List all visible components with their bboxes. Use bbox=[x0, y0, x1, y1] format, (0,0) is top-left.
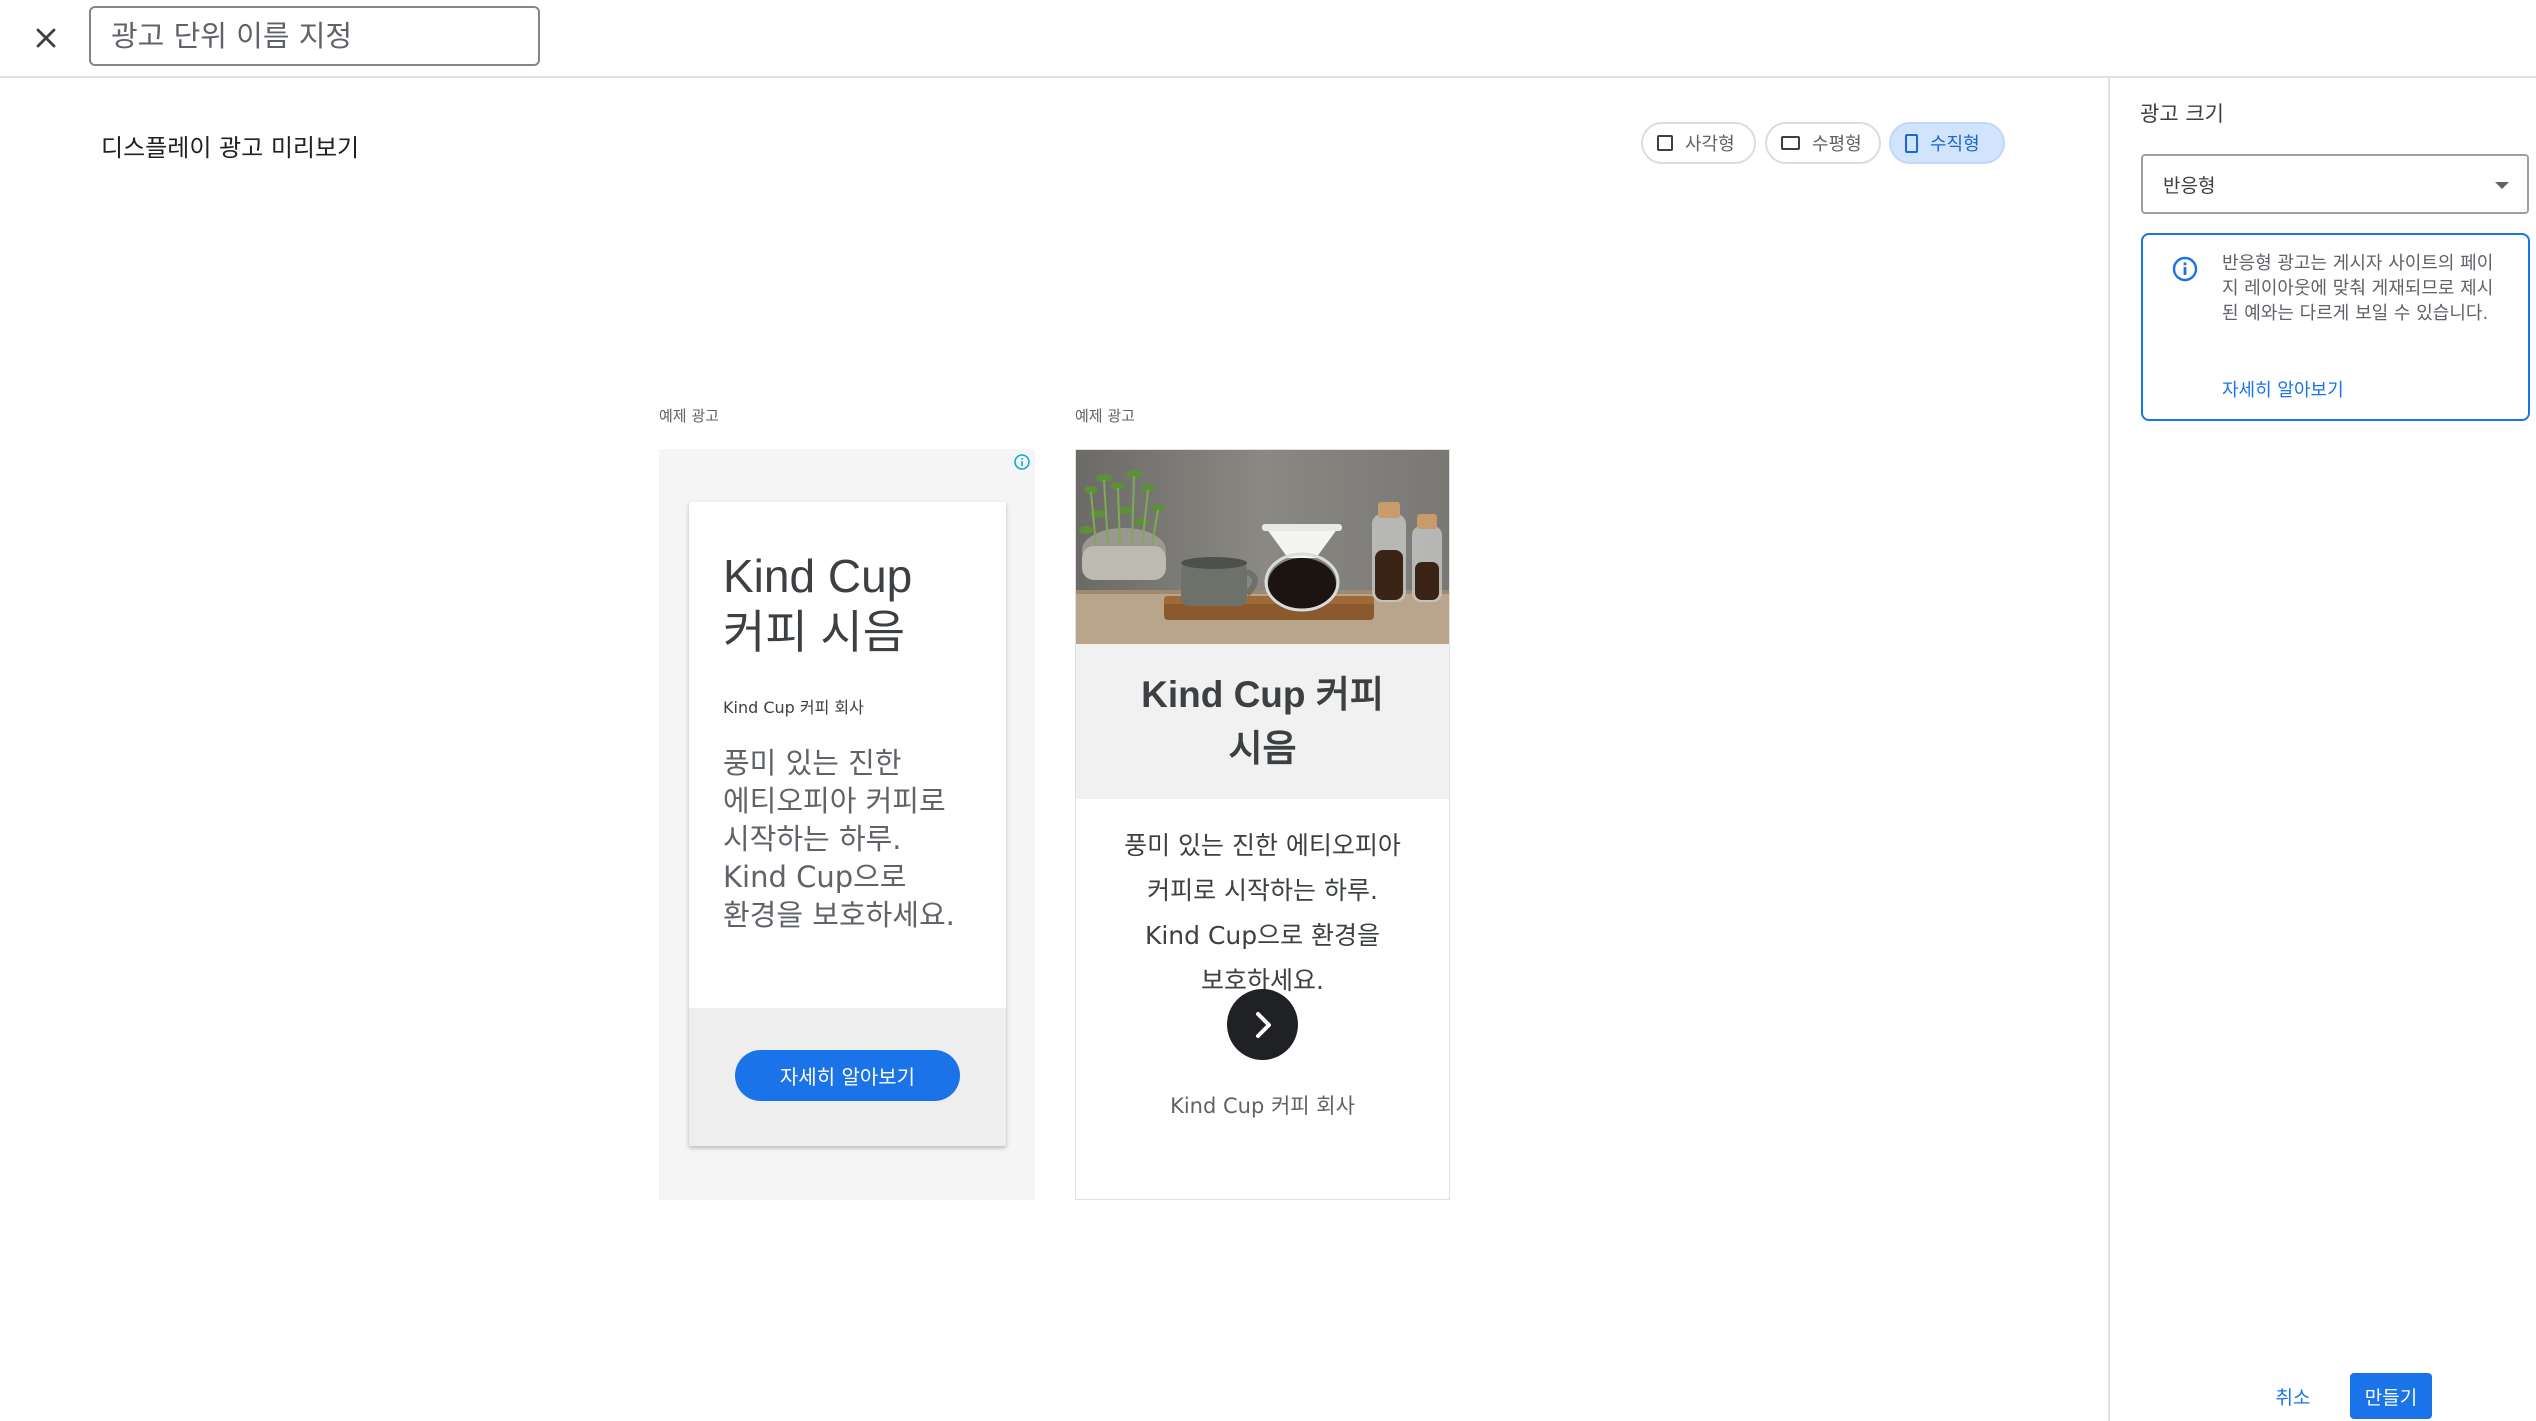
shape-toggle-label: 사각형 bbox=[1685, 134, 1735, 155]
learn-more-link[interactable]: 자세히 알아보기 bbox=[2222, 376, 2344, 402]
ad-size-panel: 광고 크기 반응형 반응형 광고는 게시자 사이트의 페이지 레이아웃에 맞춰 … bbox=[2108, 78, 2536, 1421]
ad-body-line: 풍미 있는 진한 에티오피아 bbox=[1124, 831, 1401, 860]
ad-body-line: 에티오피아 커피로 bbox=[723, 784, 946, 818]
square-icon bbox=[1657, 135, 1673, 151]
ad-body-line: Kind Cup으로 환경을 bbox=[1144, 921, 1381, 950]
cancel-button[interactable]: 취소 bbox=[2253, 1373, 2333, 1419]
ad-body-line: Kind Cup으로 bbox=[723, 860, 907, 894]
coffee-photo bbox=[1076, 450, 1449, 644]
dropdown-caret-icon bbox=[2495, 182, 2509, 189]
ad-body-line: 환경을 보호하세요. bbox=[723, 898, 955, 932]
ad-card: Kind Cup 커피 시음 Kind Cup 커피 회사 풍미 있는 진한 에… bbox=[689, 502, 1006, 1146]
info-text: 반응형 광고는 게시자 사이트의 페이지 레이아웃에 맞춰 게재되므로 제시된 … bbox=[2222, 253, 2494, 324]
close-icon bbox=[36, 28, 56, 48]
ad-body: 풍미 있는 진한 에티오피아 커피로 시작하는 하루. Kind Cup으로 환… bbox=[723, 744, 993, 934]
vertical-rect-icon bbox=[1905, 133, 1918, 153]
responsive-info-box: 반응형 광고는 게시자 사이트의 페이지 레이아웃에 맞춰 게재되므로 제시된 … bbox=[2141, 233, 2530, 421]
panel-title: 광고 크기 bbox=[2140, 102, 2224, 126]
shape-toggle-square[interactable]: 사각형 bbox=[1641, 122, 1756, 164]
shape-toggle-label: 수직형 bbox=[1930, 134, 1980, 155]
learn-more-button[interactable]: 자세히 알아보기 bbox=[735, 1050, 960, 1101]
preview-area: 디스플레이 광고 미리보기 사각형 수평형 수직형 예제 광고 Kind Cup… bbox=[0, 78, 2108, 1421]
chevron-right-icon bbox=[1255, 1011, 1271, 1038]
preview-title: 디스플레이 광고 미리보기 bbox=[101, 134, 360, 162]
ad-headline-line: 커피 시음 bbox=[723, 606, 906, 658]
example-ad-label: 예제 광고 bbox=[1075, 407, 1135, 425]
example-ad-2: Kind Cup 커피 시음 풍미 있는 진한 에티오피아 커피로 시작하는 하… bbox=[1075, 449, 1450, 1200]
top-bar bbox=[0, 0, 2536, 78]
shape-toggle-label: 수평형 bbox=[1812, 134, 1862, 155]
create-button[interactable]: 만들기 bbox=[2350, 1373, 2432, 1419]
info-icon bbox=[2172, 256, 2198, 282]
example-ad-1: Kind Cup 커피 시음 Kind Cup 커피 회사 풍미 있는 진한 에… bbox=[659, 449, 1035, 1200]
ad-body-line: 시작하는 하루. bbox=[723, 822, 902, 856]
ad-size-select[interactable]: 반응형 bbox=[2141, 154, 2529, 214]
ad-advertiser: Kind Cup 커피 회사 bbox=[1170, 1094, 1355, 1118]
ad-headline-band: Kind Cup 커피 시음 bbox=[1076, 644, 1449, 799]
horizontal-rect-icon bbox=[1781, 136, 1800, 150]
ad-body-line: 풍미 있는 진한 bbox=[723, 746, 902, 780]
ad-size-select-value: 반응형 bbox=[2163, 174, 2216, 197]
ad-unit-name-input[interactable] bbox=[89, 6, 540, 66]
ad-cta-area: 자세히 알아보기 bbox=[689, 1008, 1006, 1146]
ad-headline-line: Kind Cup bbox=[723, 550, 913, 602]
example-ad-label: 예제 광고 bbox=[659, 407, 719, 425]
ad-headline-line: Kind Cup 커피 bbox=[1141, 674, 1384, 715]
ad-headline: Kind Cup 커피 시음 bbox=[723, 548, 983, 660]
ad-headline: Kind Cup 커피 시음 bbox=[1096, 668, 1429, 776]
shape-toggle-vertical[interactable]: 수직형 bbox=[1889, 122, 2005, 164]
ad-advertiser: Kind Cup 커피 회사 bbox=[723, 698, 864, 717]
ad-body-line: 커피로 시작하는 하루. bbox=[1147, 876, 1378, 905]
ad-headline-line: 시음 bbox=[1228, 728, 1297, 769]
close-button[interactable] bbox=[26, 18, 66, 58]
ad-body: 풍미 있는 진한 에티오피아 커피로 시작하는 하루. Kind Cup으로 환… bbox=[1096, 823, 1429, 1003]
adchoices-info-icon[interactable] bbox=[1013, 453, 1031, 471]
shape-toggle-horizontal[interactable]: 수평형 bbox=[1765, 122, 1881, 164]
ad-next-button[interactable] bbox=[1227, 989, 1298, 1060]
